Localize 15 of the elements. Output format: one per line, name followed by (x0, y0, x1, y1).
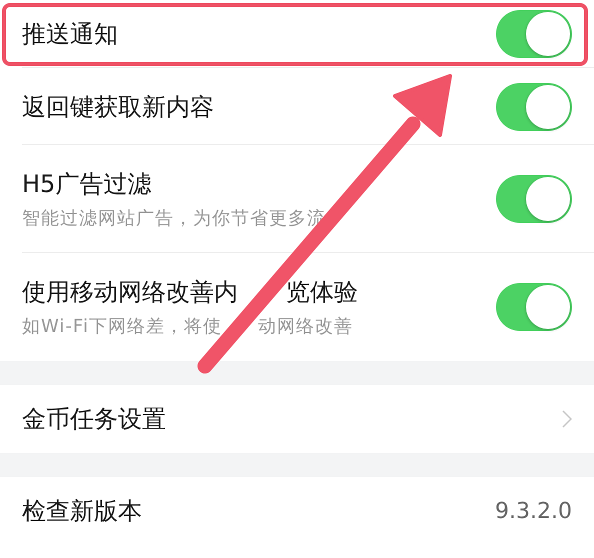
toggle-switch[interactable] (496, 283, 572, 331)
setting-title: 检查新版本 (22, 496, 142, 527)
toggle-switch[interactable] (496, 10, 572, 58)
setting-title: 览体验 (286, 277, 358, 308)
setting-title: 金币任务设置 (22, 404, 166, 435)
setting-title: 返回键获取新内容 (22, 92, 214, 122)
version-number: 9.3.2.0 (495, 498, 572, 524)
toggle-switch[interactable] (496, 82, 572, 130)
setting-title: 使用移动网络改善内 (22, 277, 238, 308)
setting-title: H5广告过滤 (22, 169, 152, 200)
toggle-switch[interactable] (496, 175, 572, 223)
setting-description: 如Wi-Fi下网络差，将使 (22, 315, 222, 338)
setting-description: 动网络改善 (258, 315, 353, 338)
setting-title: 推送通知 (22, 19, 118, 50)
chevron-right-icon (562, 410, 572, 428)
